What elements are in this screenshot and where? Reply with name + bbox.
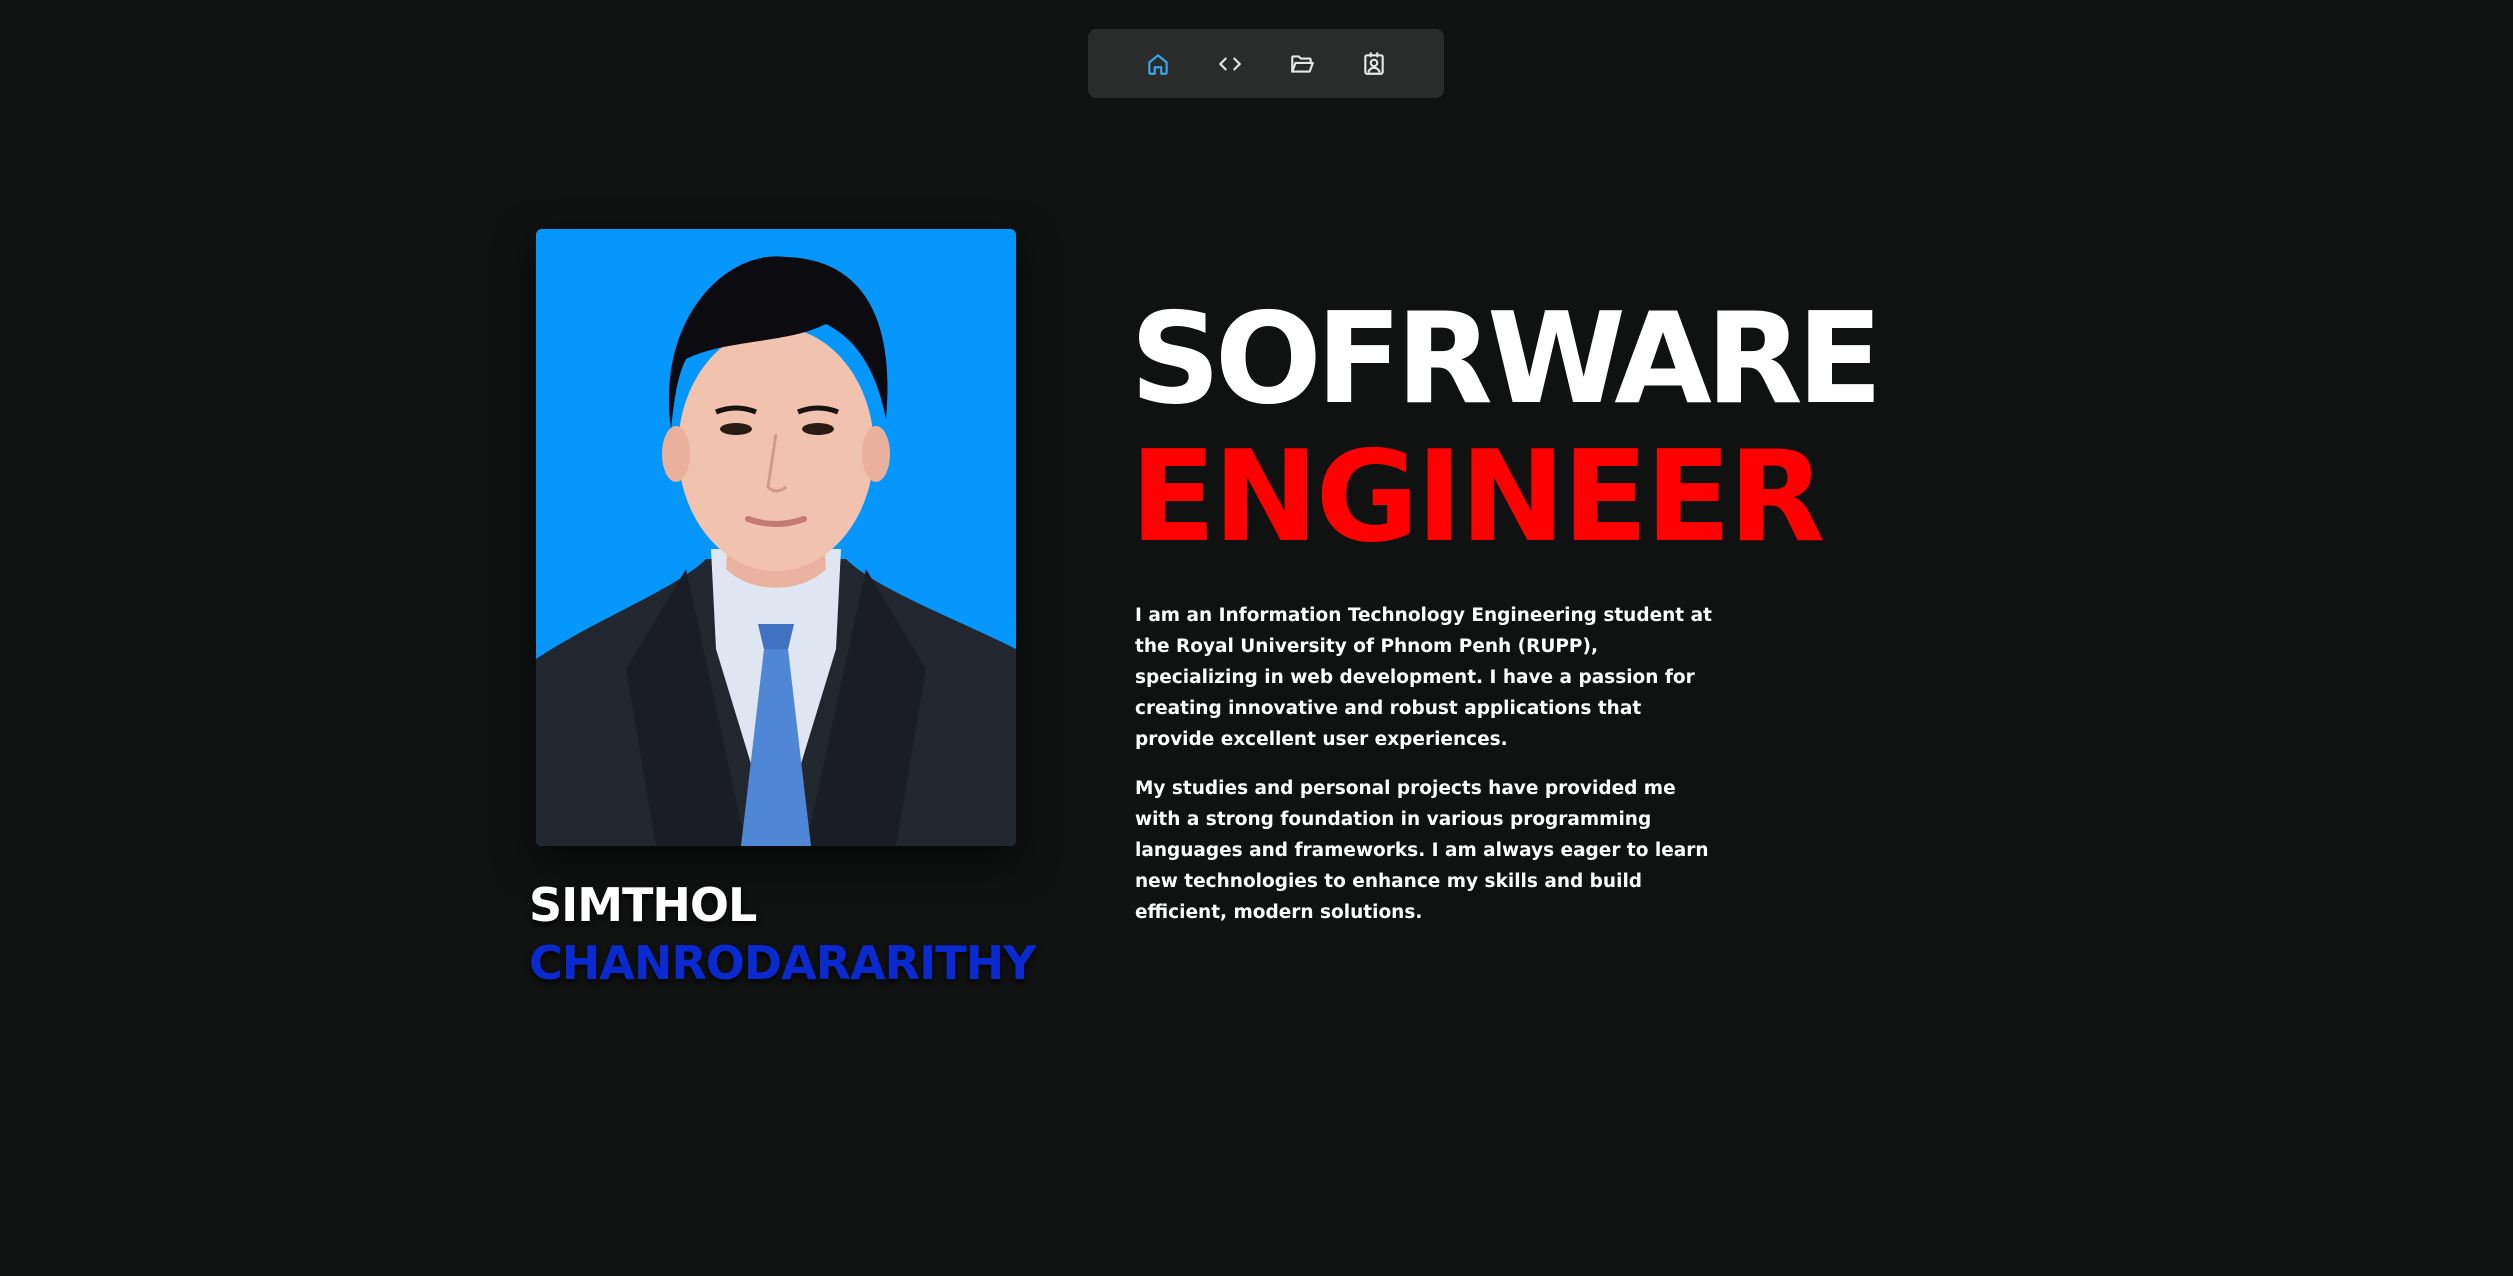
home-icon [1148, 53, 1168, 75]
nav-contact-button[interactable] [1352, 42, 1396, 86]
contact-icon [1364, 51, 1384, 75]
nav-projects-button[interactable] [1280, 42, 1324, 86]
nav-home-button[interactable] [1136, 42, 1180, 86]
about-paragraph-2: My studies and personal projects have pr… [1135, 778, 1709, 923]
portfolio-page: SIMTHOL CHANRODARARITHY SOFRWARE ENGINEE… [0, 0, 2513, 1276]
profile-photo [536, 229, 1016, 846]
top-nav [1088, 29, 1444, 98]
portrait-image [536, 229, 1016, 846]
code-icon [1219, 57, 1241, 70]
folder-open-icon [1291, 54, 1314, 73]
about-paragraph-1: I am an Information Technology Engineeri… [1135, 605, 1712, 750]
first-name: SIMTHOL [529, 878, 757, 932]
nav-code-button[interactable] [1208, 42, 1252, 86]
headline-line-1: SOFRWARE [1130, 285, 1883, 432]
last-name: CHANRODARARITHY [529, 936, 1036, 990]
headline-line-2: ENGINEER [1130, 423, 1825, 570]
